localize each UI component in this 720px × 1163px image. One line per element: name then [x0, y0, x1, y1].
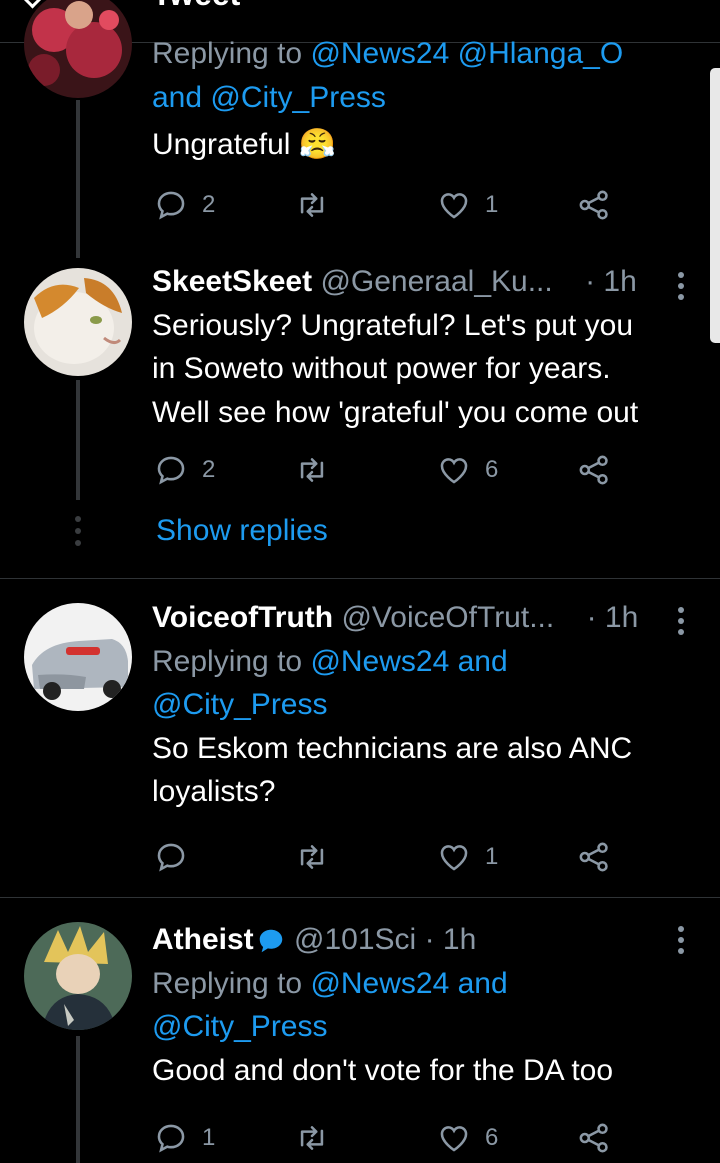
heart-icon: [440, 193, 468, 219]
like-button[interactable]: 6: [437, 1118, 498, 1158]
reply-and-link: and: [152, 80, 211, 114]
reply-button[interactable]: 2: [154, 450, 215, 490]
tweet-3-actions: 1: [152, 837, 652, 877]
tweet-text-line: in Soweto without power for years.: [152, 352, 611, 385]
share-icon: [579, 190, 608, 220]
avatar[interactable]: [24, 922, 132, 1030]
retweet-button[interactable]: [295, 185, 343, 225]
heart-icon: [440, 458, 468, 484]
like-count: 1: [485, 191, 499, 218]
tweet-4-actions: 1 6: [152, 1118, 652, 1158]
reply-mention-city-press[interactable]: @City_Press: [152, 683, 692, 727]
more-options-icon[interactable]: [678, 926, 686, 959]
scrollbar[interactable]: [710, 68, 720, 343]
tweet-text-line: Seriously? Ungrateful? Let's put you: [152, 308, 634, 342]
reply-icon: [157, 1124, 185, 1153]
reply-count: 2: [202, 456, 216, 483]
reply-button[interactable]: 2: [154, 185, 215, 225]
avatar[interactable]: [24, 603, 132, 711]
retweet-button[interactable]: [295, 450, 343, 490]
tweet-text: Ungrateful 😤: [152, 128, 337, 161]
show-replies-link[interactable]: Show replies: [156, 514, 328, 548]
like-count: 6: [485, 1124, 499, 1151]
reply-count: 2: [202, 191, 216, 218]
heart-icon: [440, 1126, 468, 1152]
user-handle[interactable]: @VoiceOfTrut...: [341, 601, 554, 634]
reply-mentions[interactable]: @News24 @Hlanga_O: [310, 37, 623, 70]
share-icon: [579, 842, 608, 872]
reply-mentions[interactable]: @News24 and: [310, 645, 507, 678]
more-options-icon[interactable]: [678, 607, 686, 640]
divider: [0, 897, 720, 898]
reply-icon: [157, 191, 185, 220]
like-count: 1: [485, 843, 499, 870]
thread-line: [76, 1036, 80, 1163]
blue-speech-bubble-icon: [259, 929, 282, 953]
thread-line: [76, 380, 80, 500]
like-button[interactable]: 6: [437, 450, 498, 490]
reply-prefix: Replying to: [152, 37, 303, 70]
retweet-button[interactable]: [295, 837, 343, 877]
thread-line: [76, 100, 80, 258]
tweet-2-body: SkeetSkeet @Generaal_Ku... · 1h Seriousl…: [152, 260, 692, 434]
reply-icon: [157, 456, 185, 485]
reply-prefix: Replying to: [152, 966, 303, 1000]
timestamp: · 1h: [585, 265, 637, 298]
user-handle[interactable]: @Generaal_Ku...: [320, 265, 552, 298]
thread-continuation-dots: [74, 516, 82, 552]
reply-context: Replying to @News24 and: [152, 640, 692, 684]
share-button[interactable]: [577, 1118, 611, 1158]
retweet-button[interactable]: [295, 1118, 343, 1158]
reply-context-line2: and and @City_Press: [152, 76, 692, 120]
tweet-header: SkeetSkeet @Generaal_Ku... · 1h: [152, 260, 692, 304]
divider: [0, 578, 720, 579]
tweet-2-actions: 2 6: [152, 450, 652, 490]
retweet-icon: [300, 1126, 324, 1150]
share-button[interactable]: [577, 450, 611, 490]
reply-button[interactable]: 1: [154, 1118, 215, 1158]
reply-prefix: Replying to: [152, 644, 303, 678]
reply-mention-city-press[interactable]: @City_Press: [210, 81, 386, 114]
page-title: Tweet: [152, 0, 240, 13]
share-button[interactable]: [577, 837, 611, 877]
tweet-text-line: Well see how 'grateful' you come out: [152, 395, 639, 429]
like-count: 6: [485, 456, 499, 483]
reply-mention-city-press[interactable]: @City_Press: [152, 1005, 692, 1049]
reply-mentions[interactable]: @News24 and: [310, 967, 507, 1000]
retweet-icon: [300, 193, 324, 217]
display-name[interactable]: Atheist: [152, 923, 254, 956]
reply-icon: [157, 843, 185, 872]
tweet-text-line: Good and don't vote for the DA too: [152, 1053, 614, 1087]
timestamp: · 1h: [586, 601, 639, 634]
display-name[interactable]: SkeetSkeet: [152, 265, 312, 298]
tweet-4-body: Atheist @101Sci · 1h Replying to @News24…: [152, 918, 692, 1092]
more-options-icon[interactable]: [678, 272, 686, 305]
tweet-header: Atheist @101Sci · 1h: [152, 918, 692, 962]
tweet-1-body: Replying to @News24 @Hlanga_O and and @C…: [152, 32, 692, 167]
avatar[interactable]: [24, 0, 132, 98]
tweet-1-actions: 2 1: [152, 185, 652, 225]
retweet-icon: [300, 458, 324, 482]
like-button[interactable]: 1: [437, 185, 498, 225]
share-icon: [579, 1123, 608, 1153]
reply-context: Replying to @News24 and: [152, 962, 692, 1006]
tweet-header: VoiceofTruth @VoiceOfTrut... · 1h: [152, 596, 692, 640]
like-button[interactable]: 1: [437, 837, 498, 877]
timestamp: · 1h: [424, 923, 477, 956]
reply-context: Replying to @News24 @Hlanga_O: [152, 32, 692, 76]
user-handle[interactable]: @101Sci: [294, 923, 416, 956]
reply-button[interactable]: [154, 837, 202, 877]
tweet-3-body: VoiceofTruth @VoiceOfTrut... · 1h Replyi…: [152, 596, 692, 814]
tweet-text-line: loyalists?: [152, 775, 276, 808]
display-name[interactable]: VoiceofTruth: [152, 601, 333, 634]
heart-icon: [440, 845, 468, 871]
avatar[interactable]: [24, 268, 132, 376]
retweet-icon: [300, 845, 324, 869]
share-button[interactable]: [577, 185, 611, 225]
reply-count: 1: [202, 1124, 216, 1151]
tweet-text-line: So Eskom technicians are also ANC: [152, 731, 633, 765]
share-icon: [579, 455, 608, 485]
